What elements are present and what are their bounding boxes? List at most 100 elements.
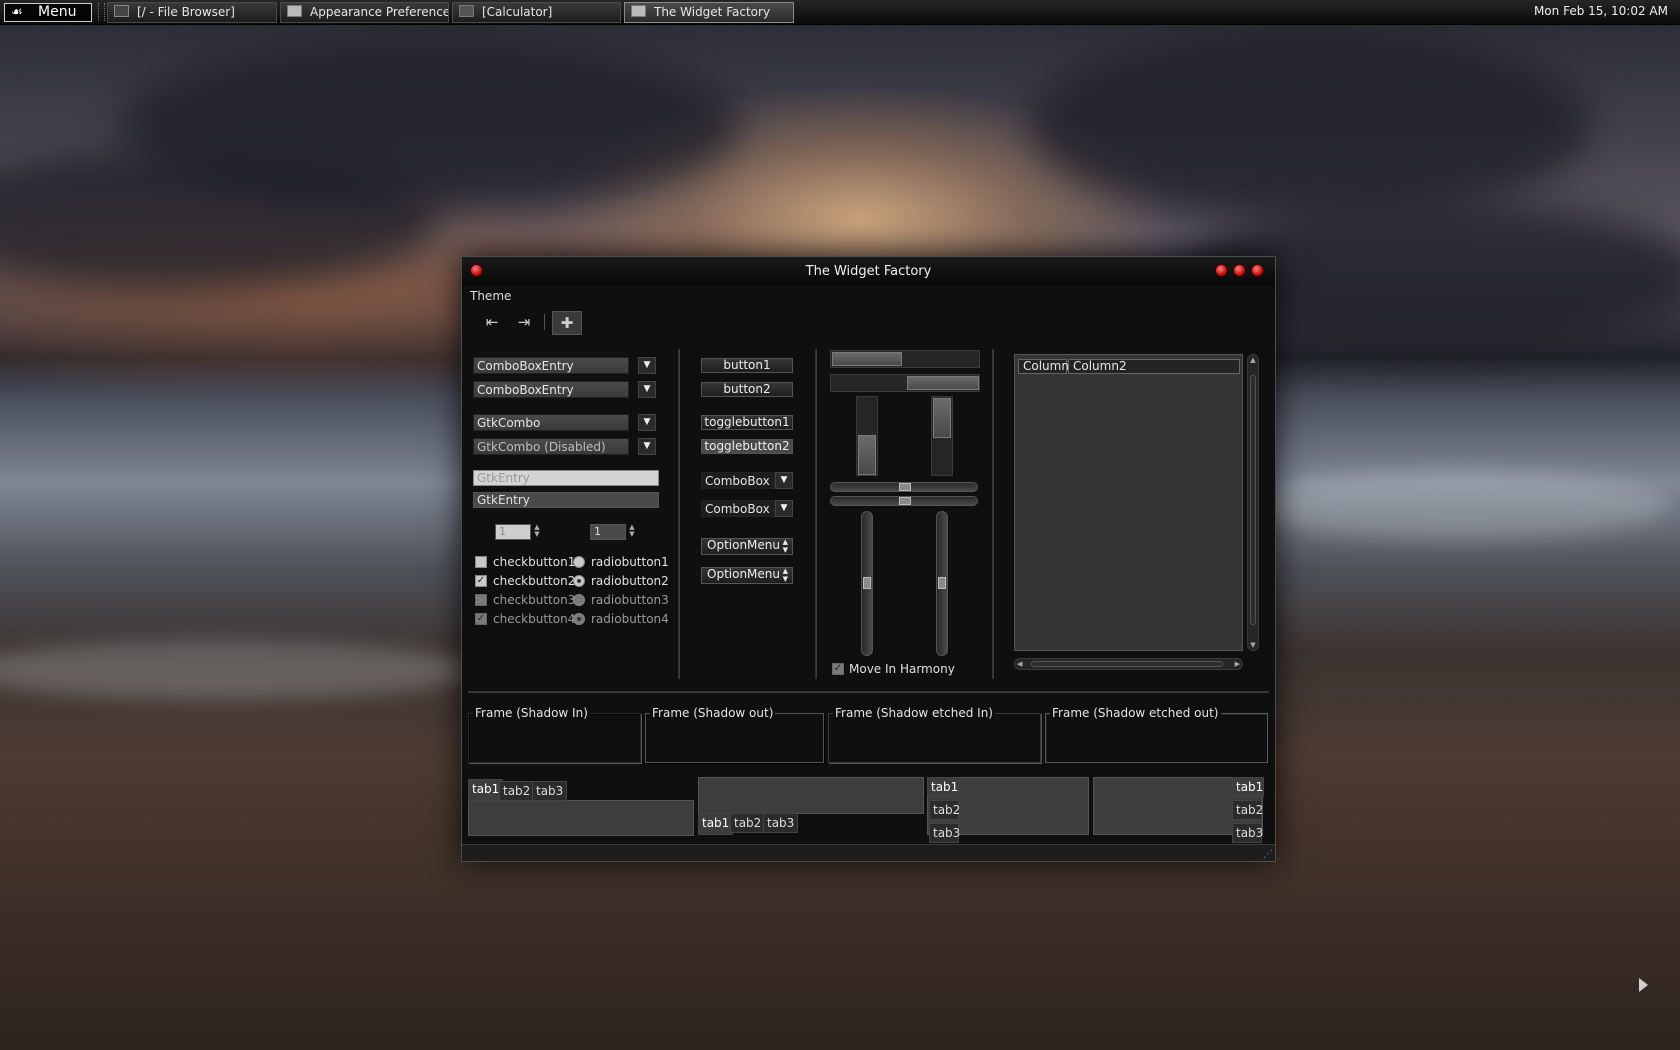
- titlebar[interactable]: The Widget Factory: [462, 257, 1275, 285]
- close-icon[interactable]: [1252, 265, 1263, 276]
- radiobutton-2[interactable]: [573, 575, 585, 587]
- taskbar-item-file-browser[interactable]: [/ - File Browser]: [107, 2, 277, 23]
- combobox-2[interactable]: ComboBox: [701, 500, 775, 517]
- tab-right-1[interactable]: tab1: [1232, 777, 1264, 797]
- chevron-down-icon[interactable]: ▼: [638, 414, 656, 431]
- spinbutton-2[interactable]: 1: [590, 524, 626, 540]
- gnome-foot-icon: ☙: [11, 5, 23, 20]
- go-first-icon[interactable]: ⇤: [478, 311, 506, 333]
- checkbutton-4-label: checkbutton4: [493, 612, 576, 626]
- tree-view[interactable]: Column1 Column2: [1014, 354, 1243, 651]
- arrow-right-icon[interactable]: [1639, 978, 1648, 992]
- scale-knob[interactable]: [863, 577, 871, 589]
- menu-theme[interactable]: Theme: [470, 289, 511, 303]
- column-header-1[interactable]: Column1: [1018, 359, 1077, 374]
- spin-arrows-icon[interactable]: ▲ ▼: [532, 524, 542, 540]
- togglebutton-2[interactable]: togglebutton2: [701, 439, 793, 454]
- wallpaper-surf: [1250, 470, 1670, 540]
- tab-right-2[interactable]: tab2: [1232, 800, 1263, 820]
- folder-icon: [114, 5, 129, 17]
- window-icon: [631, 5, 646, 17]
- combobox-entry-2[interactable]: ComboBoxEntry: [473, 381, 629, 398]
- notebook-bottom-page: [698, 777, 924, 814]
- wallpaper-surf: [0, 640, 480, 700]
- scale-knob[interactable]: [938, 577, 946, 589]
- menu-button[interactable]: ☙ Menu: [4, 3, 92, 22]
- tab-bottom-2[interactable]: tab2: [730, 813, 766, 833]
- gtkcombo[interactable]: GtkCombo: [473, 414, 629, 431]
- taskbar-item-appearance[interactable]: Appearance Preferences: [280, 2, 449, 23]
- tab-bottom-3[interactable]: tab3: [763, 813, 799, 833]
- vscale-1[interactable]: [861, 511, 873, 656]
- toolbar: ⇤ ⇥ ✚: [462, 307, 1275, 337]
- column-header-2[interactable]: Column2: [1068, 359, 1240, 374]
- tab-top-2[interactable]: tab2: [499, 781, 535, 801]
- notebook-top-page: [468, 800, 694, 836]
- button-2[interactable]: button2: [701, 382, 793, 397]
- spinbutton-1[interactable]: 1: [495, 524, 531, 540]
- column-separator: [992, 349, 994, 679]
- move-in-harmony-checkbox[interactable]: ✓: [832, 663, 844, 675]
- scroll-up-icon[interactable]: ▲: [1249, 356, 1257, 364]
- add-icon[interactable]: ✚: [552, 311, 582, 335]
- frame-shadow-out: Frame (Shadow out): [645, 706, 824, 763]
- checkbutton-4: ✓: [475, 613, 487, 625]
- combobox-entry-1[interactable]: ComboBoxEntry: [473, 357, 629, 374]
- checkbutton-2[interactable]: ✓: [475, 575, 487, 587]
- scale-knob[interactable]: [899, 497, 911, 505]
- vscale-2[interactable]: [936, 511, 948, 656]
- scroll-right-icon[interactable]: ▶: [1235, 659, 1240, 669]
- minimize-icon[interactable]: [1216, 265, 1227, 276]
- calculator-icon: [459, 5, 474, 17]
- scrollbar-thumb[interactable]: [1250, 375, 1256, 625]
- tab-bottom-1[interactable]: tab1: [698, 813, 734, 835]
- wallpaper-cloud: [1030, 30, 1590, 220]
- gtkentry-1[interactable]: GtkEntry: [473, 470, 659, 486]
- progressbar-fill: [858, 435, 876, 475]
- chevron-down-icon[interactable]: ▼: [638, 381, 656, 398]
- scale-knob[interactable]: [899, 483, 911, 491]
- radiobutton-1[interactable]: [573, 556, 585, 568]
- optionmenu-2[interactable]: OptionMenu ▲ ▼: [701, 567, 793, 584]
- radiobutton-3-label: radiobutton3: [591, 593, 669, 607]
- tab-left-2[interactable]: tab2: [929, 800, 960, 820]
- chevron-down-icon: ▼: [638, 438, 656, 455]
- progressbar-horizontal-1: [830, 350, 980, 368]
- checkbutton-2-label: checkbutton2: [493, 574, 576, 588]
- resize-grip-icon[interactable]: ⋰: [1263, 849, 1273, 860]
- chevron-down-icon[interactable]: ▼: [775, 500, 793, 517]
- tab-right-3[interactable]: tab3: [1232, 823, 1263, 843]
- horizontal-separator: [468, 691, 1269, 693]
- maximize-icon[interactable]: [1234, 265, 1245, 276]
- radiobutton-4: [573, 613, 585, 625]
- panel-handle[interactable]: [98, 3, 105, 21]
- go-last-icon[interactable]: ⇥: [510, 311, 538, 333]
- horizontal-scrollbar[interactable]: ◀ ▶: [1014, 658, 1243, 670]
- button-1[interactable]: button1: [701, 358, 793, 373]
- optionmenu-1[interactable]: OptionMenu ▲ ▼: [701, 538, 793, 555]
- togglebutton-1[interactable]: togglebutton1: [701, 415, 793, 430]
- tab-left-1[interactable]: tab1: [927, 777, 959, 797]
- progressbar-vertical-1: [856, 396, 878, 476]
- hscale-2[interactable]: [830, 496, 978, 506]
- progressbar-vertical-2: [931, 396, 953, 476]
- tab-top-3[interactable]: tab3: [532, 781, 568, 801]
- scroll-down-icon[interactable]: ▼: [1249, 641, 1257, 649]
- spin-arrows-icon[interactable]: ▲ ▼: [627, 524, 637, 540]
- taskbar-item-widget-factory[interactable]: The Widget Factory: [624, 2, 794, 23]
- gtkentry-2[interactable]: GtkEntry: [473, 492, 659, 508]
- taskbar-item-calculator[interactable]: [Calculator]: [452, 2, 621, 23]
- scroll-left-icon[interactable]: ◀: [1017, 659, 1022, 669]
- toolbar-separator: [544, 314, 545, 330]
- chevron-down-icon[interactable]: ▼: [638, 357, 656, 374]
- clock[interactable]: Mon Feb 15, 10:02 AM: [1534, 4, 1668, 18]
- combobox-1[interactable]: ComboBox: [701, 472, 775, 489]
- checkbutton-1[interactable]: [475, 556, 487, 568]
- scrollbar-thumb[interactable]: [1031, 661, 1223, 667]
- radiobutton-1-label: radiobutton1: [591, 555, 669, 569]
- menu-button-label: Menu: [38, 4, 77, 20]
- vertical-scrollbar[interactable]: ▲ ▼: [1247, 354, 1259, 651]
- tab-left-3[interactable]: tab3: [929, 823, 960, 843]
- chevron-down-icon[interactable]: ▼: [775, 472, 793, 489]
- hscale-1[interactable]: [830, 482, 978, 492]
